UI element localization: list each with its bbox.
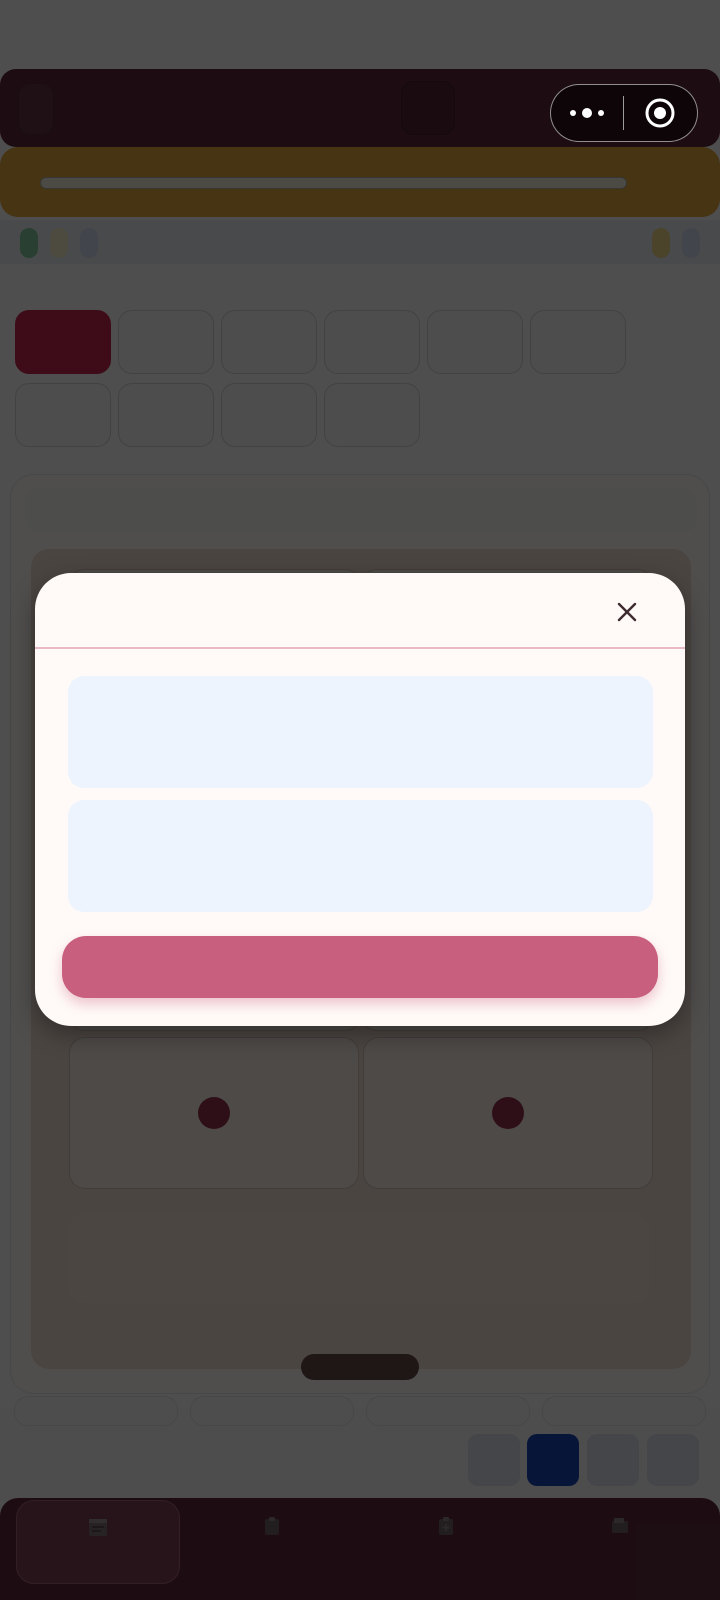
more-dots-icon[interactable] [551, 85, 623, 141]
target-icon[interactable] [624, 85, 698, 141]
modal-header [35, 573, 685, 649]
modal-option-1[interactable] [68, 676, 653, 788]
close-icon[interactable] [610, 595, 644, 629]
modal-dialog [35, 573, 685, 1026]
modal-option-2[interactable] [68, 800, 653, 912]
confirm-button[interactable] [62, 936, 658, 998]
mini-program-capsule [550, 84, 698, 142]
